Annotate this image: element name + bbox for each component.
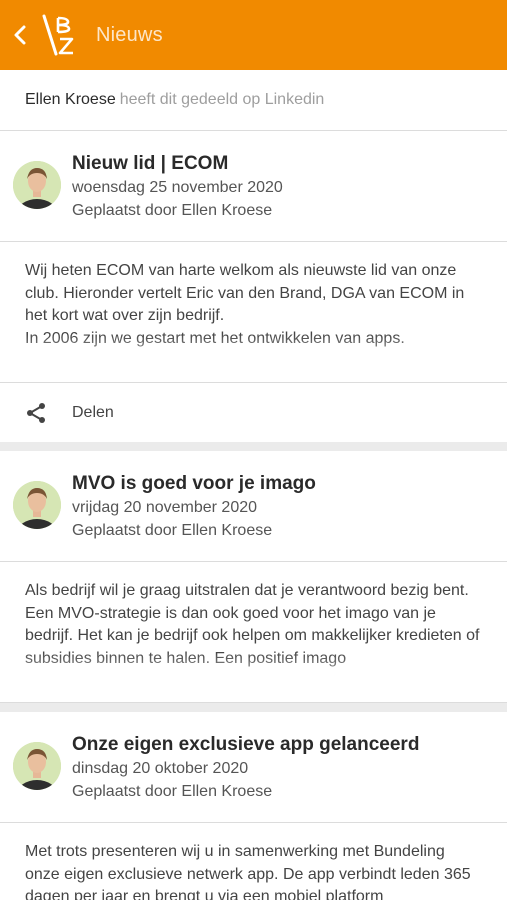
post-title[interactable]: Onze eigen exclusieve app gelanceerd [72, 734, 419, 756]
app-bar: Nieuws [0, 0, 507, 70]
shared-by-row: Ellen Kroese heeft dit gedeeld op Linked… [0, 70, 507, 131]
share-icon [27, 403, 45, 423]
card-separator [0, 442, 507, 451]
shared-by-text: heeft dit gedeeld op Linkedin [119, 91, 325, 108]
post-date: dinsdag 20 oktober 2020 [72, 760, 249, 777]
post-excerpt[interactable]: Wij heten ECOM van harte welkom als nieu… [0, 260, 507, 382]
card-separator [0, 703, 507, 712]
post-excerpt[interactable]: Met trots presenteren wij u in samenwerk… [0, 841, 507, 900]
post-author: Geplaatst door Ellen Kroese [72, 783, 273, 800]
chevron-left-icon [14, 25, 26, 45]
page-title: Nieuws [96, 23, 163, 46]
post-date: vrijdag 20 november 2020 [72, 499, 258, 516]
post-header[interactable]: Onze eigen exclusieve app gelanceerd din… [0, 712, 507, 823]
post-excerpt-text: Met trots presenteren wij u in samenwerk… [25, 843, 471, 900]
post-excerpt[interactable]: Als bedrijf wil je graag uitstralen dat … [0, 580, 507, 702]
post-header[interactable]: Nieuw lid | ECOM woensdag 25 november 20… [0, 131, 507, 242]
share-label: Delen [72, 404, 114, 421]
post-author: Geplaatst door Ellen Kroese [72, 522, 273, 539]
share-button[interactable]: Delen [0, 382, 507, 443]
back-button[interactable] [2, 0, 38, 70]
avatar [13, 742, 61, 790]
post-header[interactable]: MVO is goed voor je imago vrijdag 20 nov… [0, 451, 507, 562]
avatar [13, 161, 61, 209]
bz-logo-icon [42, 14, 74, 56]
post-title[interactable]: Nieuw lid | ECOM [72, 153, 228, 175]
fade-overlay [0, 334, 507, 382]
avatar [13, 481, 61, 529]
fade-overlay [0, 652, 507, 702]
post-author: Geplaatst door Ellen Kroese [72, 202, 273, 219]
post-date: woensdag 25 november 2020 [72, 179, 283, 196]
shared-by-name[interactable]: Ellen Kroese [25, 91, 116, 109]
post-title[interactable]: MVO is goed voor je imago [72, 473, 316, 495]
